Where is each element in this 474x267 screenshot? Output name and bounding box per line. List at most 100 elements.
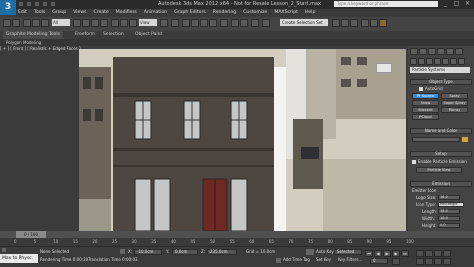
menu-rendering[interactable]: Rendering [213,9,236,17]
angle-snap-icon[interactable] [191,19,199,27]
menu-customize[interactable]: Customize [243,9,267,17]
zoom-all-icon[interactable] [425,250,433,257]
key-icon[interactable] [306,249,314,255]
y-coordinate-field[interactable]: 0.0cm [172,249,198,255]
width-spinner[interactable]: 18.0 [438,216,460,221]
tab-object-paint[interactable]: Object Paint [132,31,165,39]
setup-rollout[interactable]: Setup [410,151,472,157]
space-warps-icon[interactable] [450,58,457,65]
shapes-icon[interactable] [418,58,425,65]
time-slider[interactable] [0,231,474,238]
emission-rollout[interactable]: Emission [410,181,472,187]
mirror-icon[interactable] [231,19,239,27]
viewport-label[interactable]: [ + ] [ Front ] [ Realistic + Edged Face… [0,47,81,51]
create-tab-icon[interactable] [410,48,418,55]
ribbon-subtitle[interactable]: Polygon Modeling [6,41,41,45]
undo-toolbar-icon[interactable] [3,19,11,27]
snow-button[interactable]: Snow [412,100,439,106]
spray-button[interactable]: Spray [441,93,468,99]
undo-icon[interactable] [42,1,48,7]
reference-coordinate-dropdown[interactable]: View [139,19,157,26]
pan-view-icon[interactable] [425,258,433,265]
graphite-toggle-icon[interactable] [262,19,270,27]
curve-editor-icon[interactable] [332,19,340,27]
select-by-name-icon[interactable] [82,19,90,27]
maximize-button[interactable]: □ [451,0,462,8]
icon-type-dropdown[interactable]: Rectangle [438,202,464,207]
menu-modifiers[interactable]: Modifiers [116,9,137,17]
schematic-view-icon[interactable] [341,19,349,27]
menu-help[interactable]: Help [305,9,315,17]
align-icon[interactable] [240,19,248,27]
display-tab-icon[interactable] [446,48,454,55]
pivot-center-icon[interactable] [160,19,168,27]
rendered-frame-window-icon[interactable] [370,19,378,27]
enable-emission-checkbox[interactable] [412,160,416,164]
tab-graphite-modeling[interactable]: Graphite Modeling Tools [3,31,64,39]
time-configuration-icon[interactable] [392,258,400,265]
motion-tab-icon[interactable] [437,48,445,55]
orbit-icon[interactable] [434,258,442,265]
particle-view-button[interactable]: Particle View [416,167,462,173]
maximize-viewport-icon[interactable] [443,258,451,265]
percent-snap-icon[interactable] [200,19,208,27]
link-icon[interactable] [23,19,31,27]
render-production-icon[interactable] [379,19,387,27]
autogrid-checkbox[interactable] [419,87,423,91]
go-to-end-icon[interactable]: ⏭ [401,250,409,257]
view-cube[interactable] [376,63,392,73]
render-setup-icon[interactable] [361,19,369,27]
create-selection-set-dropdown[interactable]: Create Selection Set [280,19,328,26]
x-coordinate-field[interactable]: -10.0cm [134,249,162,255]
menu-maxscript[interactable]: MAXScript [274,9,298,17]
auto-key-button[interactable]: Auto Key [316,250,334,254]
time-tag-icon[interactable] [276,258,281,263]
logo-size-spinner[interactable]: 18.0 [438,195,460,200]
category-dropdown[interactable]: Particle Systems [410,67,470,73]
height-spinner[interactable]: 0.0 [438,223,460,228]
modify-tab-icon[interactable] [419,48,427,55]
parray-button[interactable]: PArray [441,107,468,113]
lock-selection-icon[interactable] [120,249,125,254]
utilities-tab-icon[interactable] [455,48,463,55]
menu-edit[interactable]: Edit [18,9,27,17]
blizzard-button[interactable]: Blizzard [412,107,439,113]
next-frame-icon[interactable]: ▶ [392,250,400,257]
add-time-tag[interactable]: Add Time Tag [283,258,310,262]
systems-icon[interactable] [458,58,465,65]
menu-group[interactable]: Group [52,9,66,17]
search-input[interactable]: Type a keyword or phrase [334,1,438,7]
redo-icon[interactable] [50,1,56,7]
time-slider-thumb[interactable]: 0 / 100 [16,231,46,238]
select-object-icon[interactable] [73,19,81,27]
length-spinner[interactable]: 18.0 [438,209,460,214]
rectangular-selection-icon[interactable] [91,19,99,27]
save-file-icon[interactable] [34,1,40,7]
name-and-color-rollout[interactable]: Name and Color [410,128,472,134]
unlink-icon[interactable] [32,19,40,27]
move-icon[interactable] [111,19,119,27]
object-color-swatch[interactable] [462,137,468,142]
zoom-extents-all-icon[interactable] [443,250,451,257]
previous-frame-icon[interactable]: ◀ [374,250,382,257]
snaps-toggle-icon[interactable] [182,19,190,27]
pf-source-button[interactable]: PF Source [412,93,439,99]
pcloud-button[interactable]: PCloud [412,114,439,120]
object-type-rollout[interactable]: Object Type [410,79,472,85]
menu-graph-editors[interactable]: Graph Editors [174,9,206,17]
app-logo-button[interactable]: 3 [0,0,16,15]
minimize-button[interactable]: _ [440,0,451,8]
set-key-button[interactable]: Set Key [316,258,331,262]
menu-animation[interactable]: Animation [144,9,167,17]
selected-dropdown[interactable]: Selected [334,249,362,255]
layer-manager-icon[interactable] [251,19,259,27]
maxscript-mini-listener[interactable]: Max to Physc. [0,254,38,263]
redo-toolbar-icon[interactable] [12,19,20,27]
helpers-icon[interactable] [442,58,449,65]
close-button[interactable]: × [462,0,473,8]
front-viewport[interactable] [79,49,406,231]
bind-spacewarp-icon[interactable] [41,19,49,27]
spinner-snap-icon[interactable] [209,19,217,27]
play-icon[interactable]: ▶ [383,250,391,257]
material-editor-icon[interactable] [350,19,358,27]
